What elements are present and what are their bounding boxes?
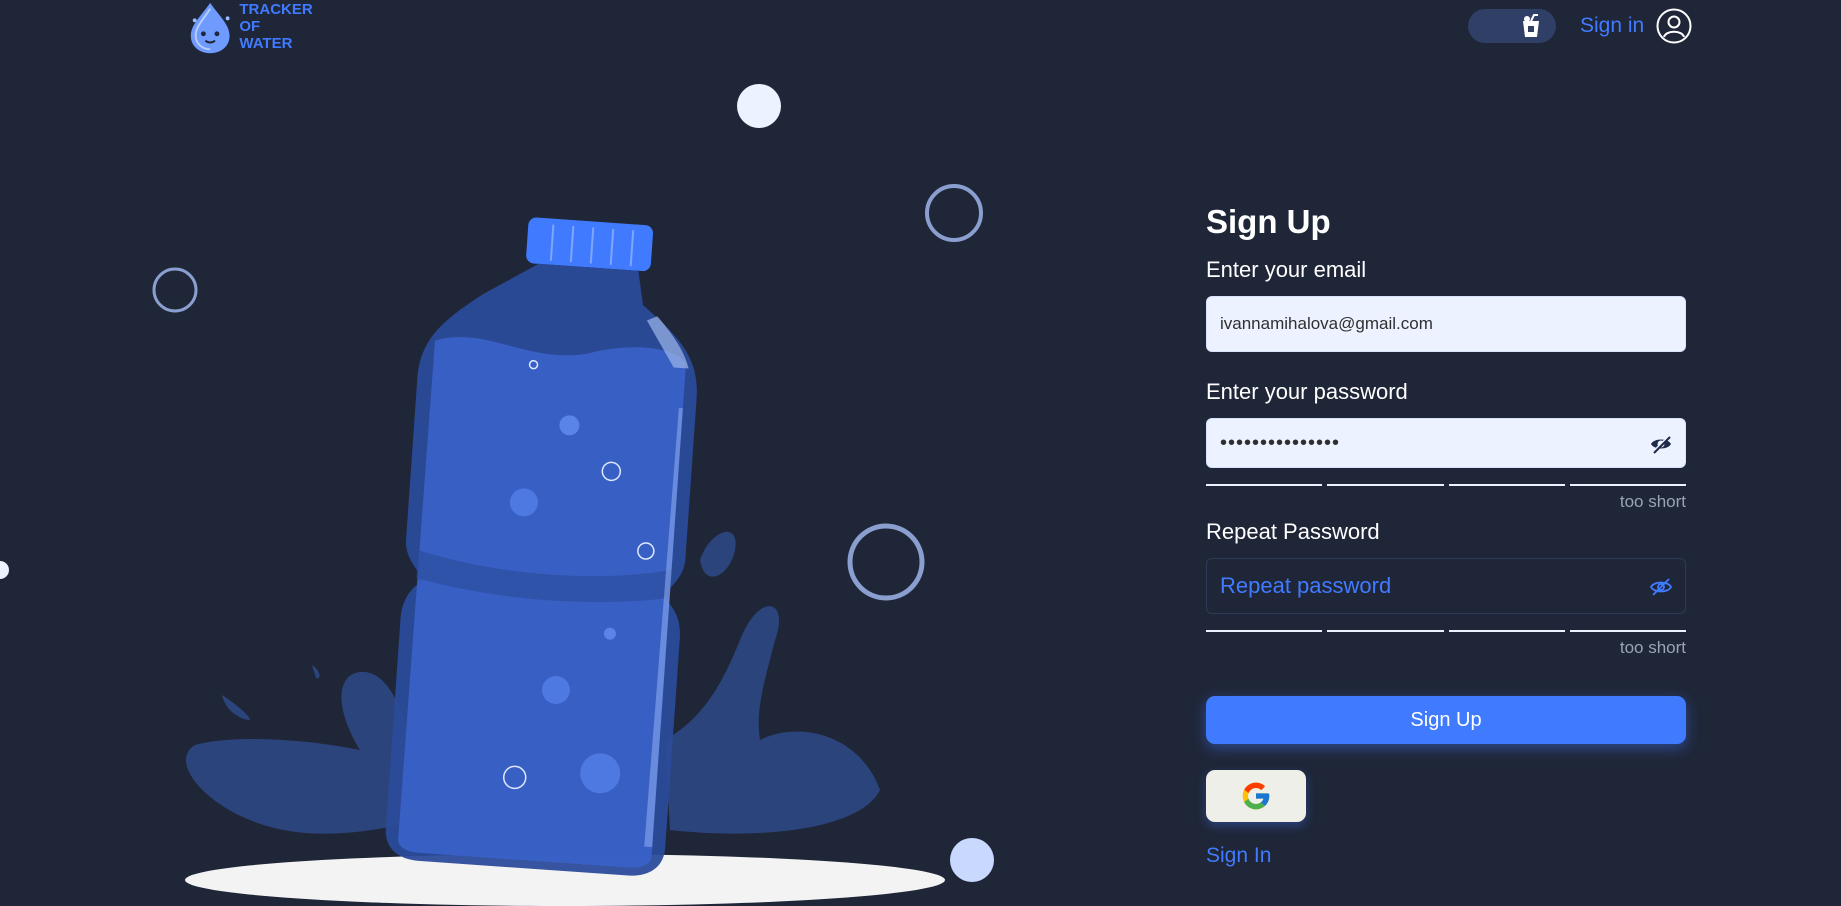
theme-toggle[interactable] [1468, 9, 1556, 43]
google-signin-button[interactable] [1206, 770, 1306, 822]
email-field[interactable]: ivannamihalova@gmail.com [1206, 296, 1686, 352]
user-circle-icon [1656, 8, 1692, 44]
repeat-strength-hint: too short [1619, 638, 1686, 657]
eye-off-icon[interactable] [1649, 575, 1673, 599]
strength-segment [1448, 484, 1565, 486]
strength-segment [1569, 484, 1686, 486]
bubble [737, 84, 781, 128]
strength-segment [1569, 630, 1686, 632]
strength-segment [1206, 484, 1323, 486]
bubble [847, 523, 925, 601]
bubble [152, 267, 198, 313]
google-icon [1242, 782, 1270, 810]
header-signin-label: Sign in [1580, 14, 1645, 37]
password-strength-hint: too short [1619, 492, 1686, 511]
repeat-password-field[interactable]: Repeat password [1206, 558, 1686, 614]
email-label: Enter your email [1206, 257, 1367, 282]
repeat-strength-meter [1206, 630, 1686, 632]
page-title: Sign Up [1206, 203, 1331, 240]
password-label: Enter your password [1206, 379, 1408, 404]
strength-segment [1327, 484, 1444, 486]
repeat-password-label: Repeat Password [1206, 519, 1380, 544]
strength-segment [1206, 630, 1323, 632]
water-bottle-illustration [0, 84, 994, 906]
signup-button[interactable]: Sign Up [1206, 696, 1686, 744]
password-field[interactable]: ••••••••••••••• [1206, 418, 1686, 468]
bubble [0, 561, 9, 579]
strength-segment [1327, 630, 1444, 632]
repeat-password-placeholder: Repeat password [1220, 573, 1392, 598]
bubble [925, 184, 983, 242]
eye-icon[interactable] [1649, 432, 1673, 456]
signin-link[interactable]: Sign In [1206, 844, 1271, 868]
glass-drink-icon [1523, 14, 1539, 37]
password-strength-meter [1206, 484, 1686, 486]
header-signin-button[interactable]: Sign in [1580, 6, 1692, 46]
email-value: ivannamihalova@gmail.com [1220, 314, 1433, 333]
password-value: ••••••••••••••• [1220, 431, 1341, 454]
bubble [950, 838, 994, 882]
strength-segment [1448, 630, 1565, 632]
signup-form: Sign Up Enter your email ivannamihalova@… [1206, 200, 1686, 868]
